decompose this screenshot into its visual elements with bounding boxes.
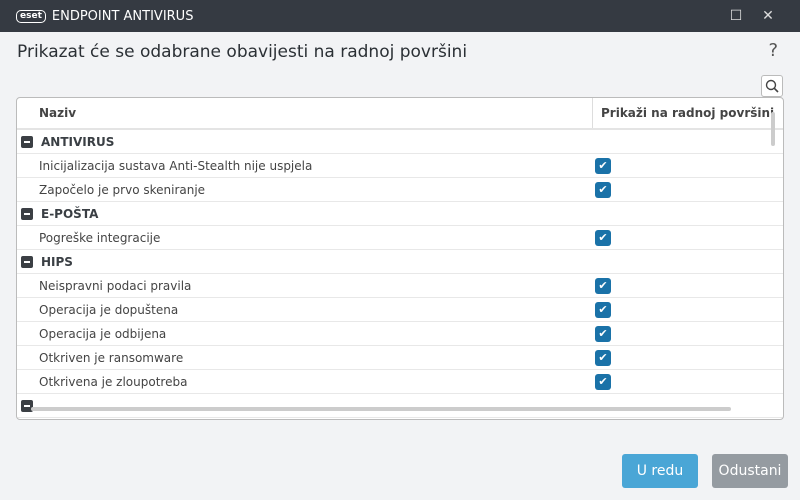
column-header-name[interactable]: Naziv — [17, 106, 592, 120]
horizontal-scrollbar[interactable] — [31, 407, 731, 411]
help-icon[interactable]: ? — [768, 40, 778, 61]
show-checkbox[interactable]: ✔ — [595, 277, 611, 294]
group-row[interactable]: E-POŠTA — [17, 202, 783, 226]
ok-button[interactable]: U redu — [622, 454, 698, 488]
show-checkbox[interactable]: ✔ — [595, 349, 611, 366]
eset-logo: eset — [16, 9, 46, 23]
app-title: ENDPOINT ANTIVIRUS — [51, 8, 194, 24]
notification-name: Otkrivena je zloupotreba — [39, 374, 188, 389]
notification-name: Započelo je prvo skeniranje — [39, 182, 206, 197]
collapse-icon[interactable] — [21, 207, 33, 220]
show-checkbox[interactable]: ✔ — [595, 373, 611, 390]
notification-name: Otkriven je ransomware — [39, 350, 184, 365]
page-title: Prikazat će se odabrane obavijesti na ra… — [17, 42, 468, 62]
group-label: E-POŠTA — [41, 206, 99, 221]
search-icon — [765, 79, 779, 93]
notifications-table: Naziv Prikaži na radnoj površini ANTIVIR… — [16, 97, 784, 420]
table-row: Otkrivena je zloupotreba ✔ — [17, 370, 783, 394]
search-button[interactable] — [761, 75, 783, 97]
table-row: Otkriven je ransomware ✔ — [17, 346, 783, 370]
notification-name: Operacija je odbijena — [39, 326, 167, 341]
table-row: Neispravni podaci pravila ✔ — [17, 274, 783, 298]
notification-name: Operacija je dopuštena — [39, 302, 179, 317]
show-checkbox[interactable]: ✔ — [595, 157, 611, 174]
show-checkbox[interactable]: ✔ — [595, 229, 611, 246]
show-checkbox[interactable]: ✔ — [595, 325, 611, 342]
table-row: Inicijalizacija sustava Anti-Stealth nij… — [17, 154, 783, 178]
group-label: ANTIVIRUS — [41, 134, 115, 149]
group-row[interactable]: ANTIVIRUS — [17, 130, 783, 154]
collapse-icon[interactable] — [21, 255, 33, 268]
title-bar: eset ENDPOINT ANTIVIRUS — [0, 0, 800, 32]
group-label: HIPS — [41, 254, 73, 269]
group-row[interactable]: HIPS — [17, 250, 783, 274]
maximize-button[interactable]: ☐ — [720, 0, 752, 32]
show-checkbox[interactable]: ✔ — [595, 181, 611, 198]
notification-name: Inicijalizacija sustava Anti-Stealth nij… — [39, 158, 313, 173]
table-row: Operacija je odbijena ✔ — [17, 322, 783, 346]
cancel-button[interactable]: Odustani — [712, 454, 788, 488]
show-checkbox[interactable]: ✔ — [595, 301, 611, 318]
vertical-scrollbar[interactable] — [771, 112, 775, 146]
table-row: Operacija je dopuštena ✔ — [17, 298, 783, 322]
table-header: Naziv Prikaži na radnoj površini — [17, 98, 783, 130]
table-row: Pogreške integracije ✔ — [17, 226, 783, 250]
close-button[interactable]: ✕ — [752, 0, 784, 32]
collapse-icon[interactable] — [21, 135, 33, 148]
notification-name: Pogreške integracije — [39, 230, 161, 245]
notification-name: Neispravni podaci pravila — [39, 278, 192, 293]
group-row-partial — [17, 394, 783, 418]
table-row: Započelo je prvo skeniranje ✔ — [17, 178, 783, 202]
column-header-show[interactable]: Prikaži na radnoj površini — [592, 98, 774, 128]
